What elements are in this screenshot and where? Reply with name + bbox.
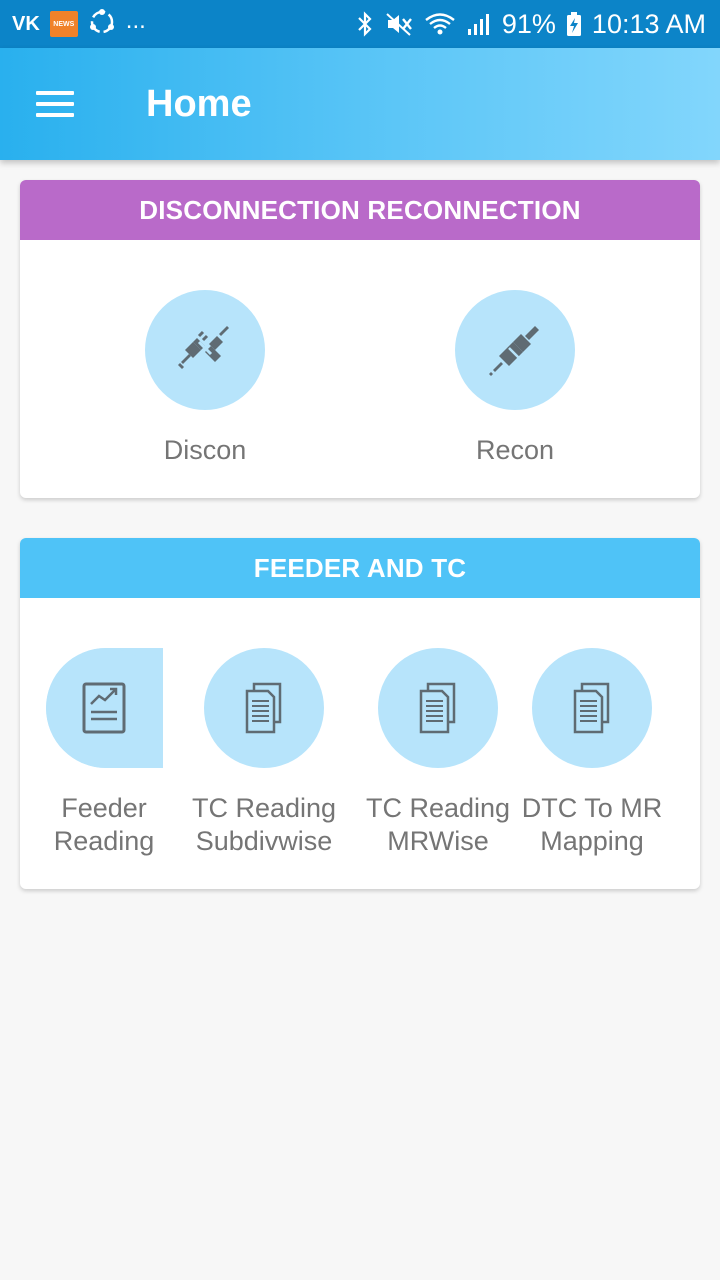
documents-icon (573, 682, 610, 734)
mute-icon (384, 10, 414, 38)
disconnection-reconnection-card: DISCONNECTION RECONNECTION Discon Recon (20, 180, 700, 498)
label-line-1: TC Reading (191, 793, 337, 823)
discon-label: Discon (163, 435, 247, 465)
battery-percent: 91% (501, 8, 556, 39)
app-bar: Home (0, 48, 720, 160)
feeder-reading-label: Feeder Reading (54, 792, 155, 858)
status-bar: VK NEWS ... 91% 10:13 AM (0, 0, 720, 48)
label-line-2: Mapping (540, 826, 644, 856)
dtc-to-mr-mapping-icon-circle[interactable] (532, 648, 652, 768)
tc-reading-subdivwise-label: TC Reading Subdivwise (192, 792, 336, 858)
label-line-2: MRWise (387, 826, 489, 856)
section-header: DISCONNECTION RECONNECTION (20, 180, 700, 240)
chart-report-icon (82, 682, 126, 734)
recon-icon-circle[interactable] (455, 290, 575, 410)
plug-disconnect-icon (178, 326, 229, 369)
hamburger-menu-icon[interactable] (36, 89, 76, 119)
vk-notification-icon: VK (12, 12, 40, 35)
documents-icon (419, 682, 456, 734)
label-line-2: Subdivwise (195, 826, 333, 856)
page-title: Home (146, 82, 252, 125)
dtc-to-mr-mapping-label: DTC To MR Mapping (522, 792, 663, 858)
label-line-1: TC Reading (365, 793, 511, 823)
feeder-reading-tile[interactable]: Feeder Reading (29, 648, 179, 858)
label-line-1: DTC To MR (521, 793, 663, 823)
recon-label: Recon (475, 435, 555, 465)
plug-connect-icon (489, 326, 539, 376)
discon-tile[interactable]: Discon (125, 290, 285, 467)
more-notifications-indicator: ... (125, 7, 146, 34)
signal-icon (466, 10, 492, 38)
documents-icon (245, 682, 282, 734)
battery-charging-icon (566, 10, 582, 38)
section-header: FEEDER AND TC (20, 538, 700, 598)
tc-reading-mrwise-tile[interactable]: TC Reading MRWise (363, 648, 513, 858)
tc-reading-mrwise-icon-circle[interactable] (378, 648, 498, 768)
discon-icon-circle[interactable] (145, 290, 265, 410)
label-line-2: Reading (53, 826, 155, 856)
dtc-to-mr-mapping-tile[interactable]: DTC To MR Mapping (517, 648, 667, 858)
wifi-icon (424, 10, 456, 38)
tc-reading-mrwise-label: TC Reading MRWise (366, 792, 510, 858)
bluetooth-icon (356, 10, 374, 38)
tc-reading-subdivwise-tile[interactable]: TC Reading Subdivwise (189, 648, 339, 858)
news-notification-icon: NEWS (49, 11, 78, 37)
share-notification-icon (88, 8, 116, 41)
recon-tile[interactable]: Recon (435, 290, 595, 467)
feeder-and-tc-card: FEEDER AND TC Feeder Reading TC Reading … (20, 538, 700, 889)
feeder-reading-icon-circle[interactable] (45, 648, 163, 768)
clock: 10:13 AM (591, 8, 706, 39)
tc-reading-subdivwise-icon-circle[interactable] (204, 648, 324, 768)
label-line-1: Feeder (61, 793, 147, 823)
